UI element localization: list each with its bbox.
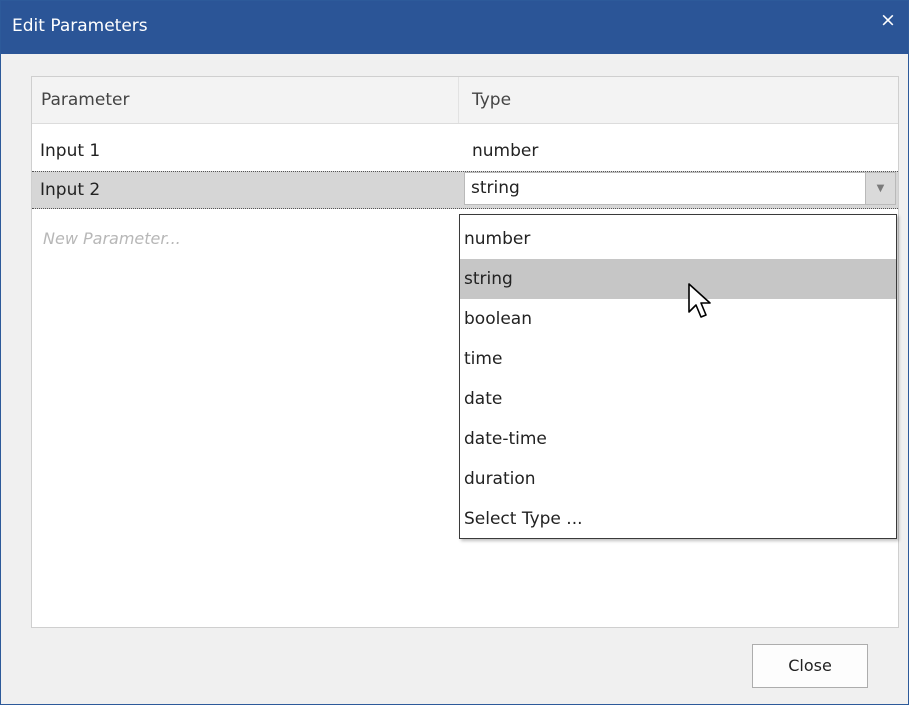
dropdown-option-boolean[interactable]: boolean — [460, 299, 896, 339]
type-dropdown-list[interactable]: number string boolean time date date-tim… — [459, 214, 897, 539]
column-header-type[interactable]: Type — [460, 77, 898, 123]
table-row[interactable]: Input 1 number — [32, 133, 898, 169]
dropdown-option-select-type[interactable]: Select Type ... — [460, 499, 896, 539]
type-combo-value: string — [471, 178, 520, 198]
dropdown-option-time[interactable]: time — [460, 339, 896, 379]
dropdown-option-date[interactable]: date — [460, 379, 896, 419]
dropdown-option-number[interactable]: number — [460, 219, 896, 259]
title-bar[interactable]: Edit Parameters × — [1, 1, 908, 54]
parameter-name-cell[interactable]: Input 1 — [40, 133, 100, 169]
type-combo-box[interactable]: string ▼ — [464, 172, 896, 205]
column-header-parameter[interactable]: Parameter — [32, 77, 459, 123]
edit-parameters-dialog: Edit Parameters × Parameter Type Input 1… — [0, 0, 909, 705]
parameter-type-cell[interactable]: number — [472, 133, 538, 169]
new-parameter-placeholder[interactable]: New Parameter... — [43, 229, 181, 248]
grid-header: Parameter Type — [32, 77, 898, 124]
parameter-name-cell[interactable]: Input 2 — [40, 172, 100, 208]
dropdown-option-string[interactable]: string — [460, 259, 896, 299]
dropdown-option-duration[interactable]: duration — [460, 459, 896, 499]
chevron-down-icon[interactable]: ▼ — [865, 173, 895, 204]
dropdown-option-date-time[interactable]: date-time — [460, 419, 896, 459]
close-button[interactable]: Close — [752, 644, 868, 688]
close-icon[interactable]: × — [875, 7, 901, 33]
window-title: Edit Parameters — [12, 16, 148, 36]
